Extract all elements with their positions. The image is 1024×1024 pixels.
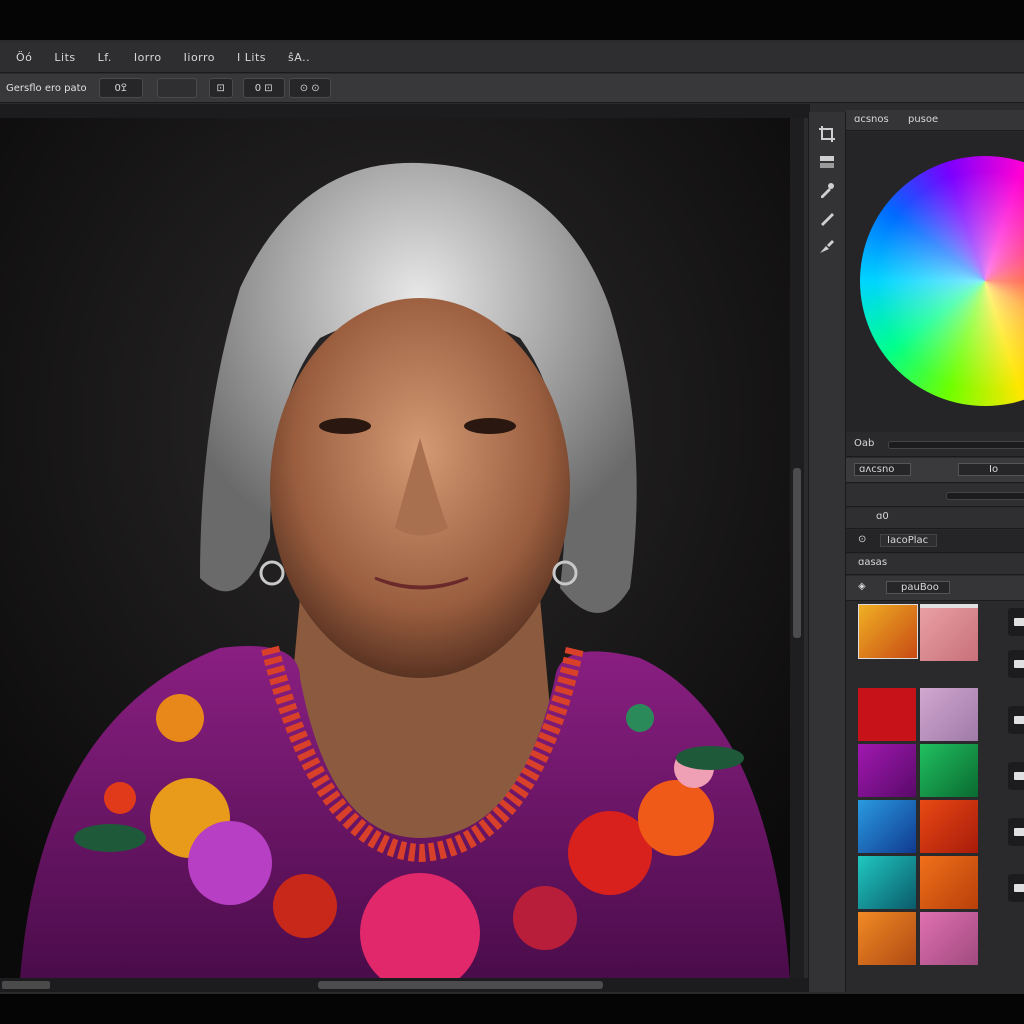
swatch[interactable]	[858, 744, 916, 797]
menu-item-1[interactable]: Ӧó	[10, 49, 38, 66]
row-d: ◈ pauBoo	[846, 576, 1024, 601]
swatch[interactable]	[920, 912, 978, 965]
color-wheel-area	[846, 132, 1024, 432]
option-button-c[interactable]: ⊙ ⊙	[288, 78, 331, 98]
swatch-grid	[858, 604, 1024, 970]
row-c-label: ɑasas	[858, 557, 888, 568]
crop-icon[interactable]	[817, 124, 837, 144]
blank-toggle[interactable]	[156, 78, 197, 98]
swatch[interactable]	[858, 856, 916, 909]
layers-label[interactable]: ɑʌcsno	[854, 463, 912, 476]
row-b-label[interactable]: IacoPlac	[880, 534, 938, 547]
swatch[interactable]	[920, 604, 978, 661]
vertical-scrollbar[interactable]	[790, 118, 804, 980]
row-b: ⊙ IacoPlac	[846, 530, 1024, 553]
portrait-artwork	[0, 118, 790, 980]
swatch[interactable]	[858, 604, 918, 659]
menu-item-3[interactable]: Lf.	[92, 49, 118, 66]
swatch[interactable]	[920, 688, 978, 741]
dropper-icon[interactable]	[817, 180, 837, 200]
vertical-scroll-thumb[interactable]	[793, 468, 801, 638]
row-a-label: ɑ0	[876, 511, 889, 522]
brightness-slider[interactable]	[888, 441, 1024, 449]
color-panel: ɑcsnos pusoe Oab ɑʌcsno Io ɑ0 ⊙ IacoPlac…	[846, 110, 1024, 992]
menu-item-5[interactable]: Iiorro	[178, 49, 221, 66]
tab-colors[interactable]: ɑcsnos	[854, 114, 889, 125]
menu-item-4[interactable]: Iorro	[128, 49, 168, 66]
layers-row: ɑʌcsno Io	[846, 458, 1024, 483]
swatch-control[interactable]	[1008, 874, 1024, 902]
swatch-control[interactable]	[1008, 818, 1024, 846]
color-wheel[interactable]	[860, 156, 1024, 406]
fill-icon[interactable]: ◈	[858, 581, 866, 592]
options-bar: Gersflo ero pato ߐ0 ⊡ 0 ⊡ ⊙ ⊙	[0, 74, 1024, 103]
swatch-control[interactable]	[1008, 608, 1024, 636]
pen-icon[interactable]	[817, 236, 837, 256]
swatch-control[interactable]	[1008, 762, 1024, 790]
row-c: ɑasas	[846, 554, 1024, 575]
wheel-row: Oab	[846, 432, 1024, 457]
menu-bar: Ӧó Lits Lf. Iorro Iiorro I Lits ŝA..	[0, 42, 1024, 73]
option-button-a[interactable]: ⊡	[208, 78, 233, 98]
tab-swatches[interactable]: pusoe	[908, 114, 938, 125]
panel-header: ɑcsnos pusoe	[846, 110, 1024, 131]
swatch[interactable]	[858, 800, 916, 853]
row-d-label[interactable]: pauBoo	[886, 581, 950, 594]
swatch[interactable]	[920, 744, 978, 797]
menu-item-6[interactable]: I Lits	[231, 49, 272, 66]
horizontal-scrollbar[interactable]	[0, 978, 810, 992]
option-button-b[interactable]: 0 ⊡	[242, 78, 285, 98]
preset-field[interactable]: ߐ0	[98, 78, 143, 98]
preset-label: Gersflo ero pato	[6, 82, 87, 94]
swatch[interactable]	[858, 688, 916, 741]
visibility-icon[interactable]: ⊙	[858, 534, 866, 545]
scroll-left-button[interactable]	[2, 981, 50, 989]
blank-row	[846, 484, 1024, 507]
swatch[interactable]	[858, 912, 916, 965]
horizontal-scroll-thumb[interactable]	[318, 981, 603, 989]
row-a: ɑ0	[846, 508, 1024, 529]
opacity-slider[interactable]	[946, 492, 1024, 500]
swatch-control[interactable]	[1008, 650, 1024, 678]
wheel-row-label: Oab	[854, 438, 875, 449]
swatch[interactable]	[920, 856, 978, 909]
brush-icon[interactable]	[817, 208, 837, 228]
swatch[interactable]	[920, 800, 978, 853]
layers-icon[interactable]	[817, 152, 837, 172]
menu-item-2[interactable]: Lits	[48, 49, 81, 66]
image-canvas[interactable]	[0, 118, 790, 980]
layers-value[interactable]: Io	[958, 463, 1024, 476]
swatch-control[interactable]	[1008, 706, 1024, 734]
menu-item-7[interactable]: ŝA..	[282, 49, 316, 66]
tool-strip	[808, 112, 846, 992]
ruler	[0, 104, 810, 118]
